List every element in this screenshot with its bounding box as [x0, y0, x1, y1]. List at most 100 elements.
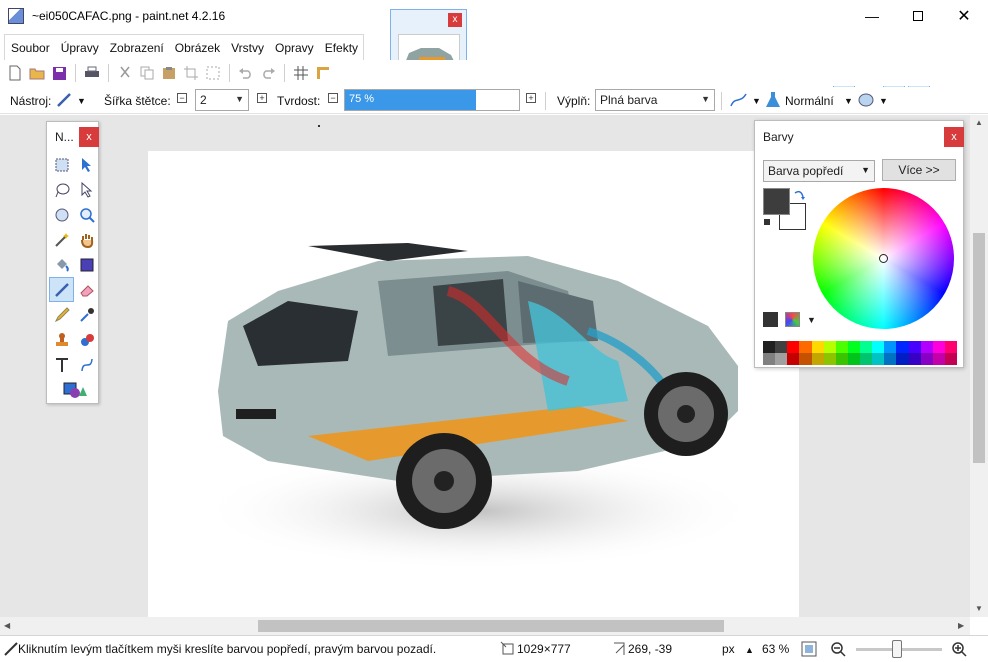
tool-recolor[interactable]: [74, 327, 99, 352]
print-button[interactable]: [83, 64, 101, 82]
menu-edit[interactable]: Úpravy: [55, 35, 104, 60]
units-chevron-icon[interactable]: ▲: [745, 645, 754, 655]
zoom-value[interactable]: 63 %: [762, 642, 789, 656]
cut-button[interactable]: [116, 64, 134, 82]
maximize-button[interactable]: [895, 0, 941, 32]
paste-button[interactable]: [160, 64, 178, 82]
menu-image[interactable]: Obrázek: [169, 35, 225, 60]
deselect-button[interactable]: [204, 64, 222, 82]
copy-button[interactable]: [138, 64, 156, 82]
palette-swatch[interactable]: [932, 341, 945, 353]
palette-swatch[interactable]: [920, 341, 933, 353]
menu-effects[interactable]: Efekty: [319, 35, 363, 60]
palette-swatch[interactable]: [835, 353, 848, 365]
palette-swatch[interactable]: [920, 353, 933, 365]
palette-swatch[interactable]: [811, 353, 824, 365]
palette-swatch[interactable]: [896, 353, 909, 365]
tool-pan[interactable]: [74, 227, 99, 252]
palette-swatch[interactable]: [835, 341, 848, 353]
close-image-tab-button[interactable]: x: [448, 13, 462, 27]
tool-paint-bucket[interactable]: [49, 252, 74, 277]
open-button[interactable]: [28, 64, 46, 82]
new-image-button[interactable]: [6, 64, 24, 82]
tool-color-picker[interactable]: [74, 302, 99, 327]
palette-swatch[interactable]: [860, 341, 873, 353]
menu-file[interactable]: Soubor: [5, 35, 55, 60]
tool-dropdown-chevron-icon[interactable]: ▼: [77, 96, 86, 106]
color-wheel-selector[interactable]: [879, 254, 888, 263]
reset-colors-icon[interactable]: [763, 218, 771, 226]
palette-swatch[interactable]: [811, 341, 824, 353]
scroll-right-icon[interactable]: ▶: [958, 621, 964, 630]
tool-clone-stamp[interactable]: [49, 327, 74, 352]
tool-eraser[interactable]: [74, 277, 99, 302]
tool-gradient[interactable]: [74, 252, 99, 277]
tool-shapes[interactable]: [49, 377, 99, 402]
hardness-decrease-button[interactable]: −: [328, 93, 338, 103]
undo-button[interactable]: [237, 64, 255, 82]
add-to-palette-icon[interactable]: [763, 312, 778, 327]
palette-swatch[interactable]: [908, 353, 921, 365]
vertical-scrollbar[interactable]: ▲ ▼: [970, 115, 988, 617]
palette-swatch[interactable]: [847, 341, 860, 353]
palette-swatch[interactable]: [787, 341, 800, 353]
palette-swatch[interactable]: [823, 353, 836, 365]
close-window-button[interactable]: ✕: [941, 0, 987, 32]
tool-line-curve[interactable]: [74, 352, 99, 377]
tool-ellipse-select[interactable]: [49, 202, 74, 227]
palette-swatch[interactable]: [763, 353, 776, 365]
menu-layers[interactable]: Vrstvy: [225, 35, 269, 60]
palette-swatch[interactable]: [775, 341, 788, 353]
hardness-slider[interactable]: 75 %: [344, 89, 520, 111]
antialiasing-icon[interactable]: [730, 92, 748, 108]
color-target-combo[interactable]: Barva popředí ▼: [763, 160, 875, 182]
menu-view[interactable]: Zobrazení: [104, 35, 169, 60]
antialiasing-chevron-icon[interactable]: ▼: [752, 96, 761, 106]
paintnet-app-icon[interactable]: [8, 8, 24, 24]
palette-swatch[interactable]: [944, 353, 957, 365]
zoom-in-icon[interactable]: [951, 641, 967, 657]
image-canvas[interactable]: [148, 151, 799, 617]
blend-mode-chevron-icon[interactable]: ▼: [844, 96, 853, 106]
palette-swatch[interactable]: [763, 341, 776, 353]
tool-rectangle-select[interactable]: [49, 152, 74, 177]
tool-text[interactable]: [49, 352, 74, 377]
palette-swatch[interactable]: [847, 353, 860, 365]
scroll-up-icon[interactable]: ▲: [975, 118, 983, 127]
ruler-toggle-button[interactable]: [314, 64, 332, 82]
minimize-button[interactable]: —: [849, 0, 895, 32]
palette-menu-icon[interactable]: [785, 312, 800, 327]
menu-adjustments[interactable]: Opravy: [269, 35, 319, 60]
tool-pencil[interactable]: [49, 302, 74, 327]
color-wheel[interactable]: [813, 188, 954, 329]
grid-toggle-button[interactable]: [292, 64, 310, 82]
scroll-left-icon[interactable]: ◀: [4, 621, 10, 630]
redo-button[interactable]: [259, 64, 277, 82]
brush-width-decrease-button[interactable]: −: [177, 93, 187, 103]
hardness-increase-button[interactable]: +: [526, 93, 536, 103]
blend-mode-flask-icon[interactable]: [765, 91, 781, 109]
fill-mode-combo[interactable]: Plná barva ▼: [595, 89, 715, 111]
palette-swatch[interactable]: [872, 341, 885, 353]
palette-swatch[interactable]: [823, 341, 836, 353]
palette-swatch[interactable]: [860, 353, 873, 365]
palette-swatch[interactable]: [908, 341, 921, 353]
zoom-out-icon[interactable]: [830, 641, 846, 657]
tool-zoom[interactable]: [74, 202, 99, 227]
crop-to-selection-button[interactable]: [182, 64, 200, 82]
palette-swatch[interactable]: [799, 353, 812, 365]
palette-swatch[interactable]: [787, 353, 800, 365]
tool-magic-wand[interactable]: [49, 227, 74, 252]
tool-move-selection[interactable]: [74, 177, 99, 202]
horizontal-scrollbar[interactable]: ◀ ▶: [0, 617, 970, 635]
palette-swatch[interactable]: [775, 353, 788, 365]
save-button[interactable]: [50, 64, 68, 82]
units-selector[interactable]: px: [722, 642, 735, 656]
close-tools-window-button[interactable]: x: [79, 127, 99, 147]
tool-paintbrush[interactable]: [49, 277, 74, 302]
palette-swatch[interactable]: [944, 341, 957, 353]
vertical-scroll-thumb[interactable]: [973, 233, 985, 463]
palette-swatch[interactable]: [884, 341, 897, 353]
palette-swatch[interactable]: [799, 341, 812, 353]
blend-mode-value[interactable]: Normální: [785, 94, 834, 108]
